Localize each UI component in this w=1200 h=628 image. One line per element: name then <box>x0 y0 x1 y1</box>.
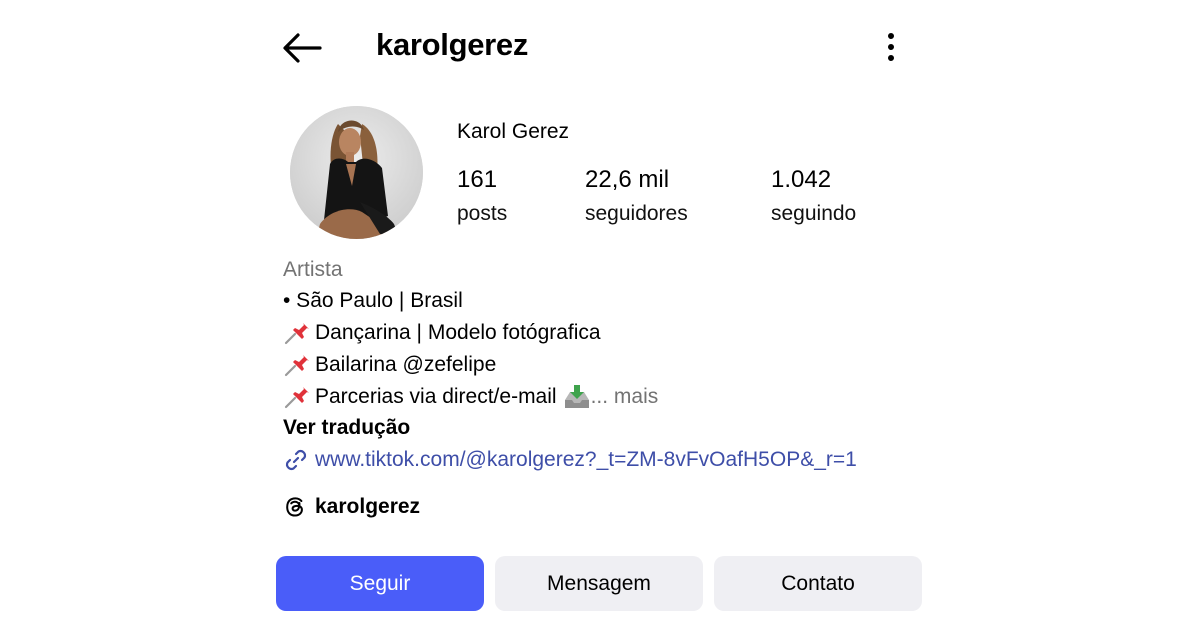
bio-line-ballerina: Bailarina @zefelipe <box>283 353 496 377</box>
see-translation-link[interactable]: Ver tradução <box>283 416 410 440</box>
profile-photo <box>290 106 423 239</box>
bio-text: Dançarina | Modelo fotógrafica <box>315 321 601 344</box>
bio-text: Bailarina @zefelipe <box>315 353 497 376</box>
bio-more-link[interactable]: ... mais <box>591 385 659 409</box>
following-stat[interactable]: 1.042 seguindo <box>771 166 856 228</box>
avatar[interactable] <box>290 106 423 239</box>
followers-label: seguidores <box>585 202 688 225</box>
message-button[interactable]: Mensagem <box>495 556 703 611</box>
profile-category: Artista <box>283 258 343 281</box>
external-link[interactable]: www.tiktok.com/@karolgerez?_t=ZM-8vFvOaf… <box>283 447 857 473</box>
followers-stat[interactable]: 22,6 mil seguidores <box>585 166 688 228</box>
bio-text: • São Paulo | Brasil <box>283 289 463 312</box>
bio-line-location: • São Paulo | Brasil <box>283 289 463 313</box>
external-link-url: www.tiktok.com/@karolgerez?_t=ZM-8vFvOaf… <box>315 448 857 471</box>
threads-icon <box>286 497 303 517</box>
top-bar: karolgerez <box>0 0 1200 96</box>
posts-count: 161 <box>457 166 498 193</box>
inbox-tray-icon <box>564 385 589 408</box>
profile-username: karolgerez <box>376 27 529 62</box>
pushpin-icon <box>284 323 309 345</box>
link-icon <box>285 449 307 471</box>
following-label: seguindo <box>771 202 857 225</box>
pushpin-icon <box>284 355 309 377</box>
posts-label: posts <box>457 202 508 225</box>
followers-count: 22,6 mil <box>585 166 670 193</box>
posts-stat[interactable]: 161 posts <box>457 166 507 228</box>
bio-line-dancer: Dançarina | Modelo fotógrafica <box>283 321 601 345</box>
more-vertical-icon[interactable] <box>876 28 906 66</box>
follow-button[interactable]: Seguir <box>276 556 484 611</box>
arrow-left-icon[interactable] <box>280 30 324 66</box>
bio-text: Parcerias via direct/e-mail <box>315 385 557 408</box>
profile-full-name: Karol Gerez <box>457 120 570 143</box>
pushpin-icon <box>284 387 309 409</box>
threads-badge[interactable]: karolgerez <box>283 495 420 519</box>
threads-handle: karolgerez <box>315 495 421 518</box>
bio-line-partnerships: Parcerias via direct/e-mail ... mais <box>283 384 658 410</box>
contact-button[interactable]: Contato <box>714 556 922 611</box>
following-count: 1.042 <box>771 166 832 193</box>
